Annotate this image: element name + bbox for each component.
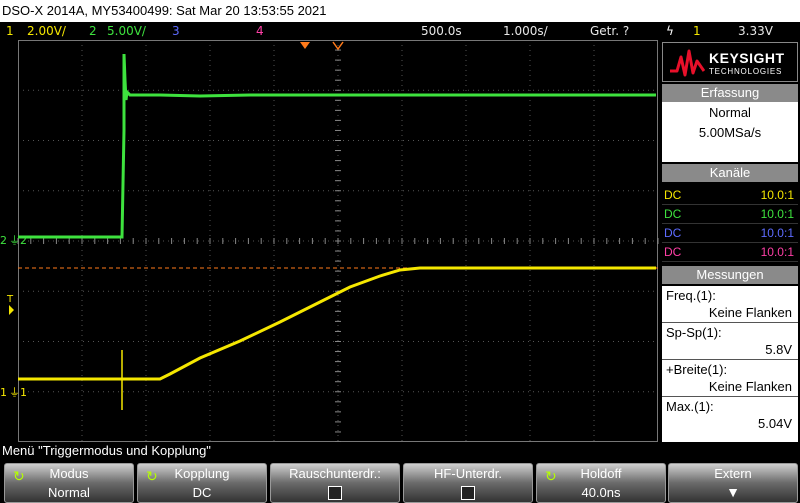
graticule: 2 ⏚2 T 1 ⏚1 xyxy=(0,40,659,442)
window-title: DSO-X 2014A, MY53400499: Sat Mar 20 13:5… xyxy=(0,0,800,22)
menu-title: Menü "Triggermodus und Kopplung" xyxy=(2,443,211,458)
ch1-scale[interactable]: 2.00V/ xyxy=(27,22,66,40)
hf-reject-checkbox[interactable] xyxy=(461,486,475,500)
noise-reject-softkey[interactable]: Rauschunterdr.: xyxy=(270,463,400,503)
channels-header[interactable]: Kanäle xyxy=(662,164,798,182)
timebase-readout[interactable]: 500.0s xyxy=(421,22,462,40)
ch2-scale[interactable]: 5.00V/ xyxy=(107,22,146,40)
channels-box: DC 10.0:1 DC 10.0:1 DC 10.0:1 DC 10.0:1 xyxy=(662,186,798,266)
arrow-down-icon: ▼ xyxy=(726,484,740,500)
channel-row-4[interactable]: DC 10.0:1 xyxy=(662,243,798,262)
measurement-row[interactable]: Max.(1): 5.04V xyxy=(662,397,798,434)
delay-readout[interactable]: 1.000s/ xyxy=(503,22,548,40)
trigger-edge-icon: ϟ xyxy=(666,24,674,38)
noise-reject-checkbox[interactable] xyxy=(328,486,342,500)
acquisition-header[interactable]: Erfassung xyxy=(662,84,798,102)
coupling-softkey[interactable]: ↻ Kopplung DC xyxy=(137,463,267,503)
logo-sub: TECHNOLOGIES xyxy=(709,67,783,76)
sample-rate: 5.00MSa/s xyxy=(698,125,762,140)
trigger-level[interactable]: 3.33V xyxy=(738,22,773,40)
keysight-wave-icon xyxy=(670,49,705,77)
ch1-number[interactable]: 1 xyxy=(6,22,14,40)
status-bar: 1 2.00V/ 2 5.00V/ 3 4 500.0s 1.000s/ Get… xyxy=(0,22,660,40)
svg-text:⏚2: ⏚2 xyxy=(9,234,27,247)
logo-brand: KEYSIGHT xyxy=(709,50,785,66)
hf-reject-softkey[interactable]: HF-Unterdr. xyxy=(403,463,533,503)
external-softkey[interactable]: Extern ▼ xyxy=(668,463,798,503)
acquisition-box: Normal 5.00MSa/s xyxy=(662,102,798,162)
ch2-ground-marker[interactable]: 2 xyxy=(0,234,7,247)
trigger-status: ϟ 1 3.33V xyxy=(660,22,800,40)
run-status: Getr. ? xyxy=(590,24,630,38)
mode-softkey[interactable]: ↻ Modus Normal xyxy=(4,463,134,503)
measurement-row[interactable]: Sp-Sp(1): 5.8V xyxy=(662,323,798,360)
softkey-bar: ↻ Modus Normal ↻ Kopplung DC Rauschunter… xyxy=(0,461,800,503)
channel-row-1[interactable]: DC 10.0:1 xyxy=(662,186,798,205)
ch3-number[interactable]: 3 xyxy=(172,22,180,40)
measurement-row[interactable]: +Breite(1): Keine Flanken xyxy=(662,360,798,397)
acquisition-mode: Normal xyxy=(709,105,751,120)
trigger-source[interactable]: 1 xyxy=(693,22,701,40)
holdoff-softkey[interactable]: ↻ Holdoff 40.0ns xyxy=(536,463,666,503)
channel-row-3[interactable]: DC 10.0:1 xyxy=(662,224,798,243)
measurements-box: Freq.(1): Keine Flanken Sp-Sp(1): 5.8V +Br… xyxy=(662,286,798,442)
keysight-logo: KEYSIGHT TECHNOLOGIES xyxy=(662,42,798,82)
ch4-number[interactable]: 4 xyxy=(256,22,264,40)
side-panel: KEYSIGHT TECHNOLOGIES Erfassung Normal 5… xyxy=(660,40,800,442)
measurement-row[interactable]: Freq.(1): Keine Flanken xyxy=(662,286,798,323)
ch1-ground-marker[interactable]: 1 xyxy=(0,386,7,399)
ch2-number[interactable]: 2 xyxy=(89,22,97,40)
svg-text:⏚1: ⏚1 xyxy=(9,386,27,399)
waveform-display[interactable]: 2 ⏚2 T 1 ⏚1 xyxy=(0,40,660,442)
trigger-marker[interactable]: T xyxy=(6,294,14,305)
measurements-header[interactable]: Messungen xyxy=(662,266,798,284)
channel-row-2[interactable]: DC 10.0:1 xyxy=(662,205,798,224)
